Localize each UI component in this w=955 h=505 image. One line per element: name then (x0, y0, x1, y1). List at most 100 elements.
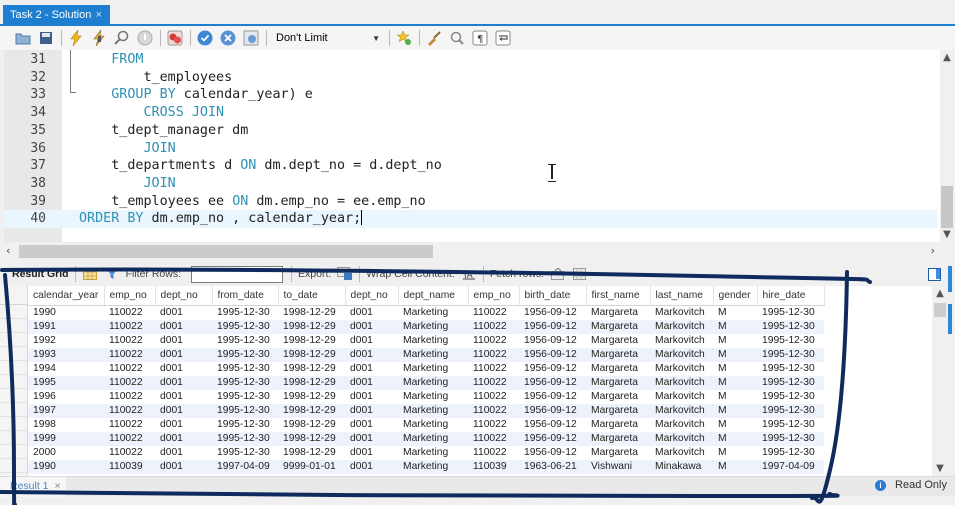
commit-icon[interactable] (196, 29, 214, 47)
row-selector[interactable] (0, 417, 27, 431)
grid-vertical-scrollbar[interactable]: ▲ ▼ (932, 286, 948, 476)
code-line[interactable]: 32 t_employees (4, 69, 937, 87)
cell-to-date[interactable]: 1998-12-29 (278, 446, 345, 460)
cell-dept-no[interactable]: d001 (155, 390, 212, 404)
cell-dept-no[interactable]: d001 (155, 418, 212, 432)
code-line[interactable]: 33 GROUP BY calendar_year) e (4, 86, 937, 104)
cell-gender[interactable]: M (713, 334, 757, 348)
cell-calendar-year[interactable]: 1990 (28, 459, 104, 474)
cell-first-name[interactable]: Margareta (586, 319, 650, 334)
cell-last-name[interactable]: Markovitch (650, 347, 713, 362)
cell-last-name[interactable]: Markovitch (650, 390, 713, 404)
cell-last-name[interactable]: Markovitch (650, 362, 713, 376)
chevron-left-icon[interactable]: ‹ (6, 244, 10, 257)
cell-emp-no[interactable]: 110022 (468, 305, 519, 320)
cell-from-date[interactable]: 1995-12-30 (212, 347, 278, 362)
cell-emp-no[interactable]: 110022 (468, 390, 519, 404)
cell-gender[interactable]: M (713, 319, 757, 334)
cell-hire-date[interactable]: 1995-12-30 (757, 375, 824, 390)
column-header[interactable]: dept_name (398, 286, 469, 306)
scrollbar-thumb[interactable] (941, 186, 953, 228)
cell-last-name[interactable]: Markovitch (650, 431, 713, 446)
cell-first-name[interactable]: Margareta (586, 347, 650, 362)
cell-birth-date[interactable]: 1956-09-12 (519, 319, 586, 334)
cell-last-name[interactable]: Markovitch (650, 334, 713, 348)
cell-from-date[interactable]: 1995-12-30 (212, 362, 278, 376)
result-grid[interactable]: calendar_year emp_no dept_no from_date to_da… (0, 286, 948, 476)
cell-from-date[interactable]: 1995-12-30 (212, 305, 278, 320)
cell-hire-date[interactable]: 1995-12-30 (757, 403, 824, 418)
cell-birth-date[interactable]: 1956-09-12 (519, 446, 586, 460)
cell-emp-no[interactable]: 110022 (468, 446, 519, 460)
column-header[interactable]: emp_no (104, 286, 156, 306)
cell-first-name[interactable]: Margareta (586, 334, 650, 348)
cell-from-date[interactable]: 1995-12-30 (212, 431, 278, 446)
cell-dept-no[interactable]: d001 (345, 362, 398, 376)
table-row[interactable]: 1994 110022 d001 1995-12-30 1998-12-29 d001 Ma… (28, 362, 824, 376)
column-header[interactable]: to_date (278, 286, 346, 306)
cell-dept-no[interactable]: d001 (345, 446, 398, 460)
cell-first-name[interactable]: Margareta (586, 375, 650, 390)
cell-gender[interactable]: M (713, 418, 757, 432)
cell-first-name[interactable]: Margareta (586, 431, 650, 446)
cell-dept-name[interactable]: Marketing (398, 375, 468, 390)
fetch-next-icon[interactable] (550, 267, 566, 281)
toggle-error-icon[interactable] (166, 29, 184, 47)
scrollbar-thumb[interactable] (934, 303, 946, 317)
code-line[interactable]: 37 t_departments d ON dm.dept_no = d.dep… (4, 157, 937, 175)
result-tab-1[interactable]: Result 1 × (0, 477, 66, 497)
chevron-up-icon[interactable]: ▲ (940, 52, 954, 63)
cell-dept-no[interactable]: d001 (345, 305, 398, 320)
cell-dept-no[interactable]: d001 (155, 459, 212, 474)
cell-birth-date[interactable]: 1956-09-12 (519, 418, 586, 432)
cell-dept-name[interactable]: Marketing (398, 347, 468, 362)
table-row[interactable]: 1998 110022 d001 1995-12-30 1998-12-29 d001 Ma… (28, 418, 824, 432)
cell-dept-name[interactable]: Marketing (398, 431, 468, 446)
cell-dept-no[interactable]: d001 (155, 319, 212, 334)
cell-emp-no[interactable]: 110022 (468, 431, 519, 446)
cell-from-date[interactable]: 1995-12-30 (212, 375, 278, 390)
table-row[interactable]: 1997 110022 d001 1995-12-30 1998-12-29 d001 Ma… (28, 403, 824, 418)
cell-to-date[interactable]: 9999-01-01 (278, 459, 345, 474)
cell-to-date[interactable]: 1998-12-29 (278, 362, 345, 376)
cell-to-date[interactable]: 1998-12-29 (278, 334, 345, 348)
cell-birth-date[interactable]: 1956-09-12 (519, 431, 586, 446)
corner-header[interactable] (0, 286, 27, 305)
cell-calendar-year[interactable]: 1994 (28, 362, 104, 376)
table-row[interactable]: 1995 110022 d001 1995-12-30 1998-12-29 d001 Ma… (28, 375, 824, 390)
cell-first-name[interactable]: Margareta (586, 418, 650, 432)
cell-dept-no[interactable]: d001 (155, 305, 212, 320)
find-icon[interactable] (448, 29, 466, 47)
chevron-up-icon[interactable]: ▲ (932, 288, 948, 299)
cell-to-date[interactable]: 1998-12-29 (278, 431, 345, 446)
cell-emp-no[interactable]: 110022 (468, 334, 519, 348)
code-line[interactable]: 35 t_dept_manager dm (4, 122, 937, 140)
cell-calendar-year[interactable]: 1998 (28, 418, 104, 432)
cell-from-date[interactable]: 1995-12-30 (212, 319, 278, 334)
invisible-chars-icon[interactable]: ¶ (471, 29, 489, 47)
filter-rows-input[interactable] (191, 265, 284, 283)
cell-first-name[interactable]: Margareta (586, 305, 650, 320)
table-row[interactable]: 1993 110022 d001 1995-12-30 1998-12-29 d001 Ma… (28, 347, 824, 362)
cell-last-name[interactable]: Markovitch (650, 403, 713, 418)
chevron-down-icon[interactable]: ▼ (932, 463, 948, 474)
cell-dept-no[interactable]: d001 (345, 403, 398, 418)
table-row[interactable]: 2000 110022 d001 1995-12-30 1998-12-29 d001 Ma… (28, 446, 824, 460)
cell-dept-no[interactable]: d001 (155, 362, 212, 376)
cell-hire-date[interactable]: 1995-12-30 (757, 431, 824, 446)
cell-to-date[interactable]: 1998-12-29 (278, 418, 345, 432)
column-header[interactable]: from_date (212, 286, 279, 306)
cell-emp-no[interactable]: 110022 (468, 403, 519, 418)
cell-dept-name[interactable]: Marketing (398, 446, 468, 460)
cell-hire-date[interactable]: 1997-04-09 (757, 459, 824, 474)
cell-dept-name[interactable]: Marketing (398, 362, 468, 376)
export-icon[interactable] (337, 267, 353, 281)
cell-hire-date[interactable]: 1995-12-30 (757, 418, 824, 432)
execute-current-icon[interactable] (90, 29, 108, 47)
cell-calendar-year[interactable]: 1996 (28, 390, 104, 404)
code-line[interactable]: 36 JOIN (4, 140, 937, 158)
cell-emp-no[interactable]: 110022 (104, 446, 155, 460)
cell-from-date[interactable]: 1995-12-30 (212, 403, 278, 418)
cell-dept-no[interactable]: d001 (345, 390, 398, 404)
cell-birth-date[interactable]: 1956-09-12 (519, 390, 586, 404)
